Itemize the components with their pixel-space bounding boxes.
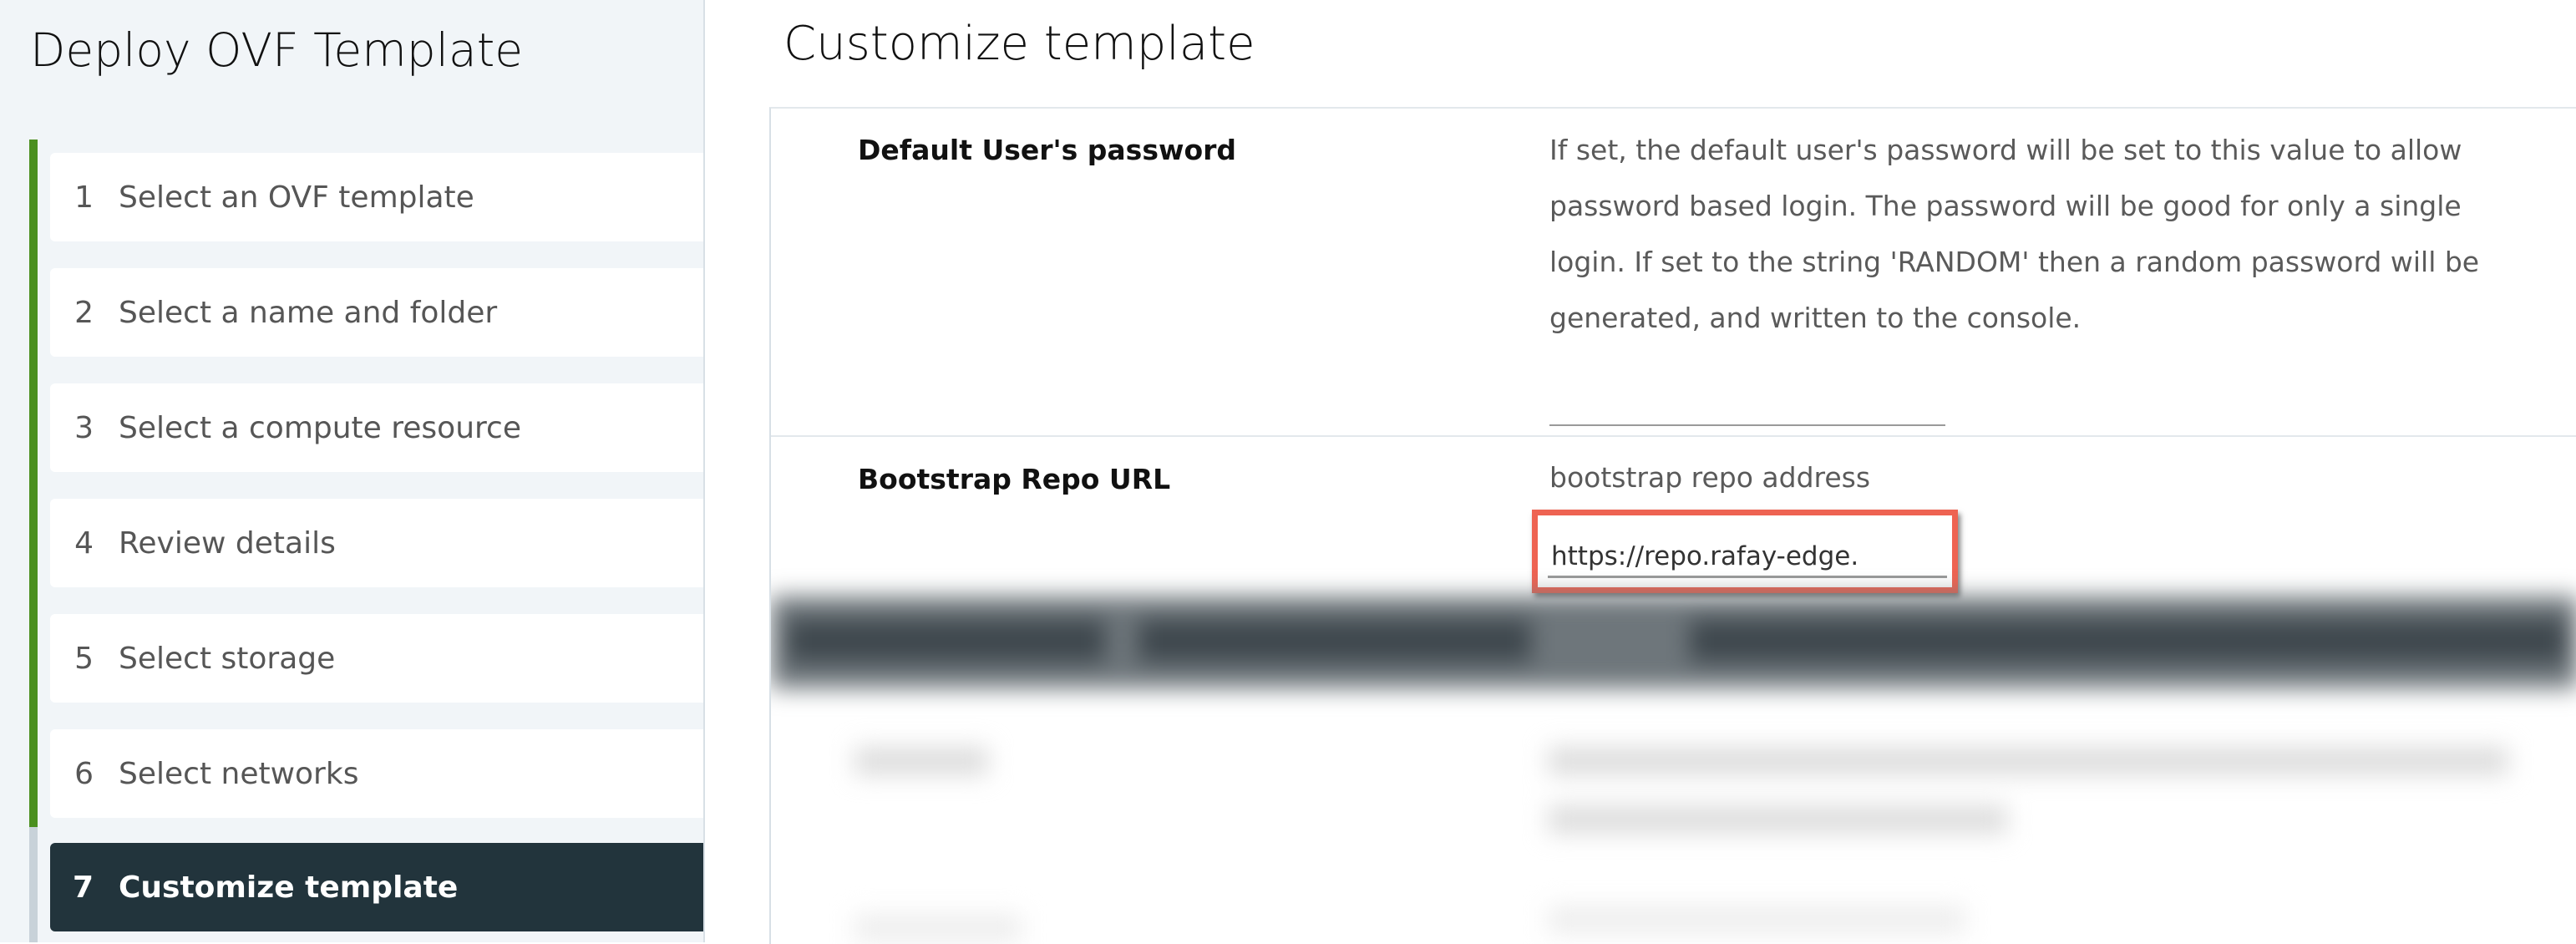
blurred-block	[1690, 620, 2567, 662]
property-label: Default User's password	[858, 134, 1237, 166]
step-select-name-folder[interactable]: 2 Select a name and folder	[50, 268, 703, 357]
step-select-ovf-template[interactable]: 1 Select an OVF template	[50, 153, 703, 241]
step-label: Customize template	[119, 870, 459, 905]
description-line: password based login. The password will …	[1549, 190, 2462, 222]
step-number: 7	[72, 870, 94, 905]
wizard-sidebar: Deploy OVF Template 1 Select an OVF templ…	[0, 0, 705, 942]
step-number: 3	[74, 410, 94, 445]
blurred-block	[1548, 906, 1965, 934]
blurred-block	[854, 914, 1022, 942]
step-number: 6	[74, 756, 94, 791]
progress-bar-remaining	[29, 827, 38, 942]
step-label: Review details	[119, 525, 336, 561]
step-number: 1	[74, 180, 94, 215]
row-divider	[771, 435, 2576, 437]
bootstrap-repo-url-input[interactable]	[1548, 537, 1947, 578]
property-description: bootstrap repo address	[1549, 461, 1871, 494]
blurred-block	[788, 620, 1105, 662]
progress-bar-completed	[29, 140, 38, 827]
blurred-block	[1548, 805, 2007, 834]
property-label: Bootstrap Repo URL	[858, 463, 1171, 495]
step-number: 2	[74, 295, 94, 330]
step-review-details[interactable]: 4 Review details	[50, 499, 703, 587]
step-select-compute-resource[interactable]: 3 Select a compute resource	[50, 383, 703, 472]
step-select-networks[interactable]: 6 Select networks	[50, 729, 703, 818]
blurred-block	[854, 747, 988, 775]
step-label: Select storage	[119, 641, 336, 676]
step-select-storage[interactable]: 5 Select storage	[50, 614, 703, 703]
blurred-block	[1138, 620, 1531, 662]
property-description: If set, the default user's password will…	[1549, 122, 2552, 346]
step-label: Select a compute resource	[119, 410, 521, 445]
page-title: Customize template	[783, 17, 1255, 71]
step-number: 4	[74, 525, 94, 561]
properties-panel: Default User's password If set, the defa…	[769, 107, 2576, 944]
highlight-box	[1532, 510, 1958, 593]
blurred-content	[771, 596, 2576, 944]
step-label: Select an OVF template	[119, 180, 474, 215]
step-customize-template[interactable]: 7 Customize template	[50, 843, 703, 931]
description-line: generated, and written to the console.	[1549, 302, 2082, 334]
step-label: Select networks	[119, 756, 359, 791]
description-line: If set, the default user's password will…	[1549, 134, 2462, 166]
default-password-input[interactable]	[1549, 424, 1945, 426]
step-label: Select a name and folder	[119, 295, 498, 330]
wizard-title: Deploy OVF Template	[30, 23, 524, 77]
blurred-block	[1548, 747, 2508, 775]
description-line: login. If set to the string 'RANDOM' the…	[1549, 246, 2480, 278]
step-number: 5	[74, 641, 94, 676]
